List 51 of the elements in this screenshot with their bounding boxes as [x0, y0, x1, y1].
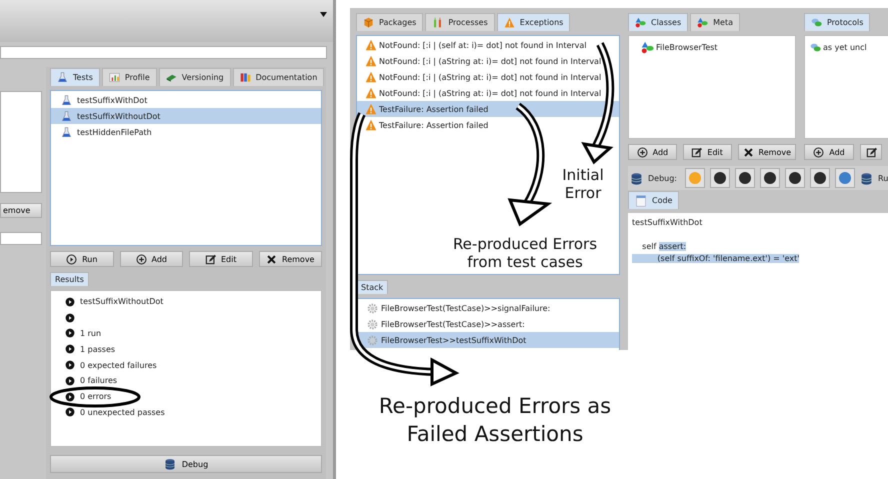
exception-item[interactable]: TestFailure: Assertion failed — [357, 101, 619, 117]
stack-item[interactable]: FileBrowserTest>>testSuffixWithDot — [357, 332, 619, 348]
exception-item[interactable]: NotFound: [:i | (aString at: i)= dot] not found in Interval — [357, 53, 619, 69]
exception-item[interactable]: NotFound: [:i | (aString at: i)= dot] not found in Interval — [357, 85, 619, 101]
toolbar-button[interactable]: Edit — [682, 144, 732, 160]
toolbar-button[interactable]: Remove — [258, 251, 322, 267]
code-line: (self suffixOf: 'filename.ext') = 'ext' — [632, 253, 884, 265]
cut-off-button[interactable]: emove — [0, 203, 42, 218]
result-text: 0 expected failures — [80, 360, 157, 370]
exception-item[interactable]: TestFailure: Assertion failed — [357, 117, 619, 133]
tab[interactable]: Protocols — [804, 13, 870, 31]
protocol-item[interactable]: as yet uncl — [805, 39, 888, 55]
code-line: self assert: — [641, 241, 688, 253]
debug-label: Debug: — [648, 174, 678, 182]
toolbar-button[interactable]: Run — [50, 251, 114, 267]
result-text: 0 errors — [80, 392, 112, 402]
stack-item[interactable]: FileBrowserTest(TestCase)>>assert: — [357, 316, 619, 332]
annotation-text: Re-produced Errors as Failed Assertions — [378, 393, 612, 448]
result-text: 1 passes — [80, 344, 116, 354]
result-text: 1 run — [80, 328, 102, 338]
toolbar-button[interactable]: Add — [628, 144, 677, 160]
toolbar-button[interactable]: Add — [120, 251, 183, 267]
code-line: testSuffixWithDot — [632, 217, 704, 229]
debug-button[interactable]: Debug — [50, 455, 322, 473]
stack-item[interactable]: FileBrowserTest(TestCase)>>signalFailure: — [357, 300, 619, 316]
result-text: 0 unexpected passes — [80, 408, 165, 417]
code-editor[interactable]: testSuffixWithDot self assert: (self suffixOf: 'filename.ext') = 'ext' — [628, 213, 888, 350]
tab[interactable]: Tests — [50, 68, 100, 86]
tab[interactable]: Code — [628, 191, 680, 209]
toolbar-button[interactable]: Add — [804, 144, 854, 160]
toolbar-button[interactable]: Edit — [189, 251, 252, 267]
test-item[interactable]: testSuffixWithoutDot — [51, 108, 321, 124]
test-item[interactable]: testHiddenFilePath — [51, 124, 321, 140]
tab[interactable]: Documentation — [232, 68, 324, 86]
test-item[interactable]: testSuffixWithDot — [51, 92, 321, 108]
exception-item[interactable]: NotFound: [:i | (aString at: i)= dot] not found in Interval — [357, 69, 619, 85]
tab[interactable]: Packages — [356, 13, 424, 31]
result-text: testSuffixWithoutDot — [80, 297, 164, 306]
tab[interactable]: Classes — [628, 13, 688, 31]
toolbar-button[interactable]: Remove — [738, 144, 796, 160]
tab[interactable]: Stack — [356, 280, 388, 294]
exception-item[interactable]: NotFound: [:i | (self at: i)= dot] not found in Interval — [357, 37, 619, 53]
class-item[interactable]: FileBrowserTest — [629, 39, 795, 55]
run-label: Ru — [878, 174, 888, 182]
tab[interactable]: Meta — [690, 13, 740, 31]
result-text: 0 failures — [80, 376, 118, 386]
tab[interactable]: Results — [50, 272, 89, 286]
tab[interactable]: Processes — [425, 13, 495, 31]
tab[interactable]: Profile — [102, 68, 157, 86]
tab[interactable]: Versioning — [158, 68, 231, 86]
tab[interactable]: Exceptions — [496, 13, 570, 31]
